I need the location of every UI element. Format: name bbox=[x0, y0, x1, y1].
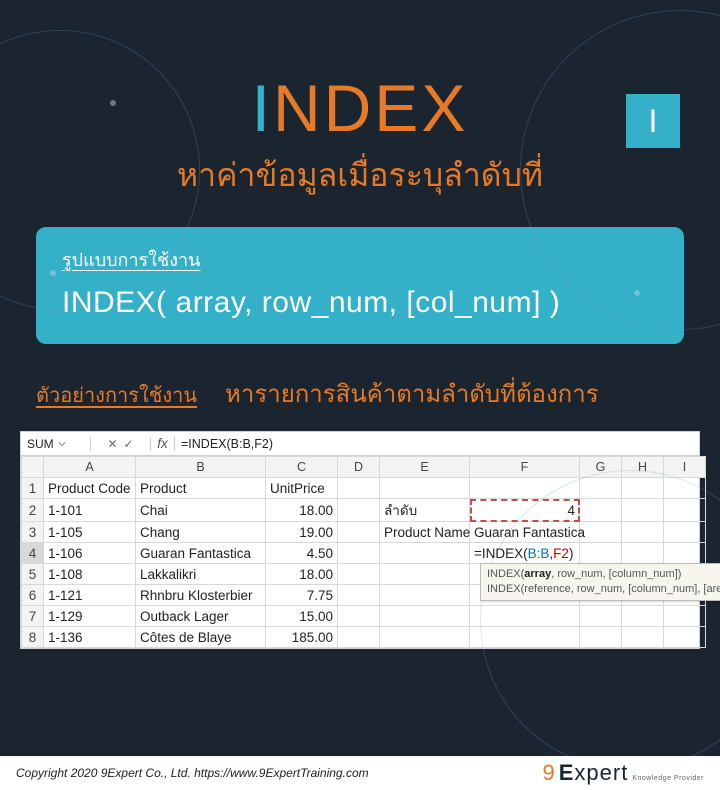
name-box[interactable]: SUM bbox=[21, 437, 91, 451]
cell[interactable]: Rhnbru Klosterbier bbox=[136, 585, 266, 606]
col-header[interactable]: C bbox=[266, 457, 338, 478]
logo-tagline: Knowledge Provider bbox=[632, 775, 704, 782]
cell[interactable]: Product Code bbox=[44, 478, 136, 499]
cancel-icon[interactable]: ✕ bbox=[107, 437, 117, 451]
cell[interactable] bbox=[380, 585, 470, 606]
col-header[interactable]: A bbox=[44, 457, 136, 478]
decorative-dot bbox=[50, 270, 56, 276]
formula-close: ) bbox=[569, 546, 574, 561]
title-rest: NDEX bbox=[273, 71, 468, 145]
cell[interactable] bbox=[338, 543, 380, 564]
example-heading: ตัวอย่างการใช้งาน หารายการสินค้าตามลำดับ… bbox=[36, 374, 684, 413]
row-header[interactable]: 2 bbox=[22, 499, 44, 522]
cell[interactable]: 1-106 bbox=[44, 543, 136, 564]
col-header[interactable]: E bbox=[380, 457, 470, 478]
cell[interactable]: 1-121 bbox=[44, 585, 136, 606]
cell[interactable]: 1-101 bbox=[44, 499, 136, 522]
cell[interactable] bbox=[380, 478, 470, 499]
chevron-down-icon bbox=[58, 440, 66, 448]
copyright-text: Copyright 2020 9Expert Co., Ltd. https:/… bbox=[16, 766, 369, 780]
cell[interactable]: Product Name bbox=[380, 522, 470, 543]
cell[interactable] bbox=[380, 627, 470, 648]
cell[interactable] bbox=[338, 478, 380, 499]
function-tooltip: INDEX(array, row_num, [column_num]) INDE… bbox=[480, 563, 720, 601]
title-first-letter: I bbox=[252, 71, 273, 145]
cell[interactable] bbox=[338, 627, 380, 648]
cell[interactable] bbox=[338, 522, 380, 543]
formula-input[interactable]: =INDEX(B:B,F2) bbox=[175, 437, 699, 451]
formula-bar-controls: ✕ ✓ bbox=[91, 437, 151, 451]
cell[interactable]: UnitPrice bbox=[266, 478, 338, 499]
logo-xpert: xpert bbox=[574, 760, 628, 785]
cell[interactable]: 1-129 bbox=[44, 606, 136, 627]
cell[interactable]: Guaran Fantastica bbox=[136, 543, 266, 564]
logo-expert: Expert bbox=[559, 760, 629, 786]
syntax-text: INDEX( array, row_num, [col_num] ) bbox=[62, 286, 658, 320]
cell[interactable]: 18.00 bbox=[266, 499, 338, 522]
example-label: ตัวอย่างการใช้งาน bbox=[36, 379, 197, 411]
row-header[interactable]: 6 bbox=[22, 585, 44, 606]
col-header[interactable]: I bbox=[664, 457, 706, 478]
tooltip-text: , row_num, [column_num]) bbox=[551, 568, 681, 580]
cell[interactable]: Chang bbox=[136, 522, 266, 543]
formula-fn: =INDEX( bbox=[474, 546, 528, 561]
row-header[interactable]: 5 bbox=[22, 564, 44, 585]
cell[interactable] bbox=[380, 564, 470, 585]
cell[interactable]: 7.75 bbox=[266, 585, 338, 606]
cell[interactable]: 185.00 bbox=[266, 627, 338, 648]
cell[interactable] bbox=[380, 543, 470, 564]
col-header[interactable]: F bbox=[470, 457, 580, 478]
cell[interactable]: Lakkalikri bbox=[136, 564, 266, 585]
tooltip-text: INDEX(reference, row_num, [column_num], … bbox=[487, 582, 720, 597]
select-all-cell[interactable] bbox=[22, 457, 44, 478]
col-header[interactable]: B bbox=[136, 457, 266, 478]
cell[interactable]: 19.00 bbox=[266, 522, 338, 543]
cell[interactable]: Chai bbox=[136, 499, 266, 522]
cell[interactable]: 1-136 bbox=[44, 627, 136, 648]
logo-e: E bbox=[559, 760, 575, 785]
formula-text: =INDEX(B:B,F2) bbox=[474, 546, 573, 561]
formula-arg: F2 bbox=[553, 546, 569, 561]
cell[interactable] bbox=[338, 606, 380, 627]
cell[interactable]: Product bbox=[136, 478, 266, 499]
formula-bar: SUM ✕ ✓ fx =INDEX(B:B,F2) bbox=[21, 432, 699, 456]
row-header[interactable]: 1 bbox=[22, 478, 44, 499]
cell[interactable]: 4.50 bbox=[266, 543, 338, 564]
decorative-dot bbox=[634, 290, 640, 296]
name-box-text: SUM bbox=[27, 437, 54, 451]
letter-badge: I bbox=[626, 94, 680, 148]
cell[interactable]: Côtes de Blaye bbox=[136, 627, 266, 648]
formula-arg: B:B bbox=[528, 546, 550, 561]
cell[interactable] bbox=[380, 606, 470, 627]
fx-icon[interactable]: fx bbox=[151, 436, 175, 451]
example-text: หารายการสินค้าตามลำดับที่ต้องการ bbox=[225, 374, 599, 413]
footer: Copyright 2020 9Expert Co., Ltd. https:/… bbox=[0, 756, 720, 790]
row-header[interactable]: 4 bbox=[22, 543, 44, 564]
cell[interactable]: 15.00 bbox=[266, 606, 338, 627]
row-header[interactable]: 3 bbox=[22, 522, 44, 543]
col-header[interactable]: D bbox=[338, 457, 380, 478]
cell[interactable]: ลำดับ bbox=[380, 499, 470, 522]
tooltip-text: INDEX( bbox=[487, 568, 524, 580]
cell[interactable] bbox=[338, 564, 380, 585]
cell[interactable]: Outback Lager bbox=[136, 606, 266, 627]
logo: 9Expert Knowledge Provider bbox=[542, 760, 704, 786]
enter-icon[interactable]: ✓ bbox=[124, 437, 134, 451]
cell-editing[interactable]: =INDEX(B:B,F2) INDEX(array, row_num, [co… bbox=[470, 543, 580, 564]
logo-nine: 9 bbox=[542, 760, 554, 786]
row-header[interactable]: 8 bbox=[22, 627, 44, 648]
cell[interactable]: 1-108 bbox=[44, 564, 136, 585]
tooltip-bold: array bbox=[524, 568, 551, 580]
cell[interactable] bbox=[338, 585, 380, 606]
cell[interactable] bbox=[338, 499, 380, 522]
row-header[interactable]: 7 bbox=[22, 606, 44, 627]
cell[interactable]: 1-105 bbox=[44, 522, 136, 543]
cell[interactable]: 18.00 bbox=[266, 564, 338, 585]
decorative-dot bbox=[110, 100, 116, 106]
